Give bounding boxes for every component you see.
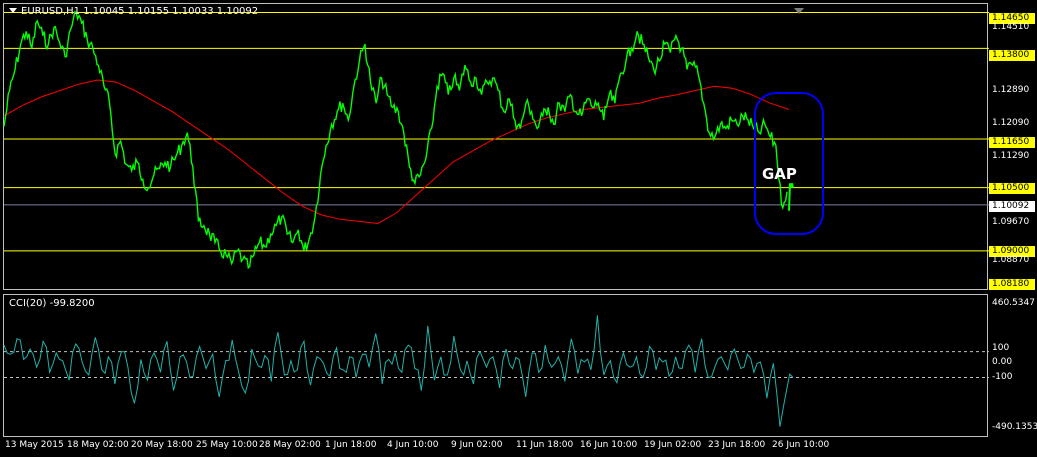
- price-tick-2: 1.12890: [992, 85, 1030, 95]
- cci-tick-minus100: -100: [992, 372, 1013, 382]
- cci-tick-max: 460.5347: [992, 298, 1035, 308]
- time-tick: 9 Jun 02:00: [451, 440, 503, 450]
- cci-line: [3, 315, 794, 427]
- chart-title-text: EURUSD,H1 1.10045 1.10155 1.10033 1.1009…: [21, 6, 259, 17]
- time-tick: 25 May 10:00: [196, 440, 258, 450]
- cci-title: CCI(20) -99.8200: [9, 298, 95, 309]
- time-tick: 1 Jun 18:00: [325, 440, 377, 450]
- time-tick: 28 May 02:00: [259, 440, 321, 450]
- time-tick: 20 May 18:00: [131, 440, 193, 450]
- time-tick: 13 May 2015: [5, 440, 64, 450]
- time-tick: 16 Jun 10:00: [580, 440, 638, 450]
- level-label-4: 1.10500: [989, 183, 1035, 194]
- cci-indicator-panel[interactable]: CCI(20) -99.8200: [3, 294, 989, 437]
- time-axis[interactable]: 13 May 2015 18 May 02:00 20 May 18:00 25…: [3, 437, 988, 457]
- chart-window[interactable]: EURUSD,H1 1.10045 1.10155 1.10033 1.1009…: [0, 0, 1037, 457]
- dropdown-triangle-icon[interactable]: [9, 8, 17, 13]
- chart-title: EURUSD,H1 1.10045 1.10155 1.10033 1.1009…: [9, 6, 258, 17]
- gap-highlight-ellipse: [754, 92, 824, 235]
- cci-tick-100: 100: [992, 343, 1010, 353]
- current-price-label: 1.10092: [989, 201, 1035, 212]
- time-tick: 18 May 02:00: [67, 440, 129, 450]
- time-tick: 4 Jun 10:00: [387, 440, 439, 450]
- time-tick: 23 Jun 18:00: [708, 440, 766, 450]
- price-chart-panel[interactable]: EURUSD,H1 1.10045 1.10155 1.10033 1.1009…: [3, 3, 989, 290]
- time-tick: 26 Jun 10:00: [772, 440, 830, 450]
- price-line: [3, 10, 788, 270]
- cci-chart: [3, 315, 989, 427]
- gap-annotation-text: GAP: [762, 165, 797, 183]
- chart-shift-marker-icon[interactable]: [794, 8, 804, 14]
- price-tick-3: 1.12090: [992, 118, 1030, 128]
- time-tick: 11 Jun 18:00: [516, 440, 574, 450]
- cci-tick-0: 0.00: [992, 357, 1013, 367]
- level-label-2: 1.13800: [989, 50, 1035, 61]
- cci-tick-min: -490.1353: [992, 422, 1037, 432]
- price-tick-4: 1.11290: [992, 151, 1030, 161]
- low-price-label: 1.08180: [989, 279, 1035, 290]
- price-chart: [3, 10, 989, 270]
- price-tick-5: 1.09670: [992, 217, 1030, 227]
- cci-axis[interactable]: 460.5347 100 0.00 -100 -490.1353: [988, 294, 1037, 437]
- price-tick-1: 1.14510: [992, 22, 1030, 32]
- price-axis[interactable]: 1.14650 1.14510 1.13800 1.12890 1.12090 …: [988, 3, 1037, 290]
- moving-average-line: [3, 79, 790, 225]
- price-tick-6: 1.08870: [992, 255, 1030, 265]
- level-label-3: 1.11650: [989, 137, 1035, 148]
- time-tick: 19 Jun 02:00: [644, 440, 702, 450]
